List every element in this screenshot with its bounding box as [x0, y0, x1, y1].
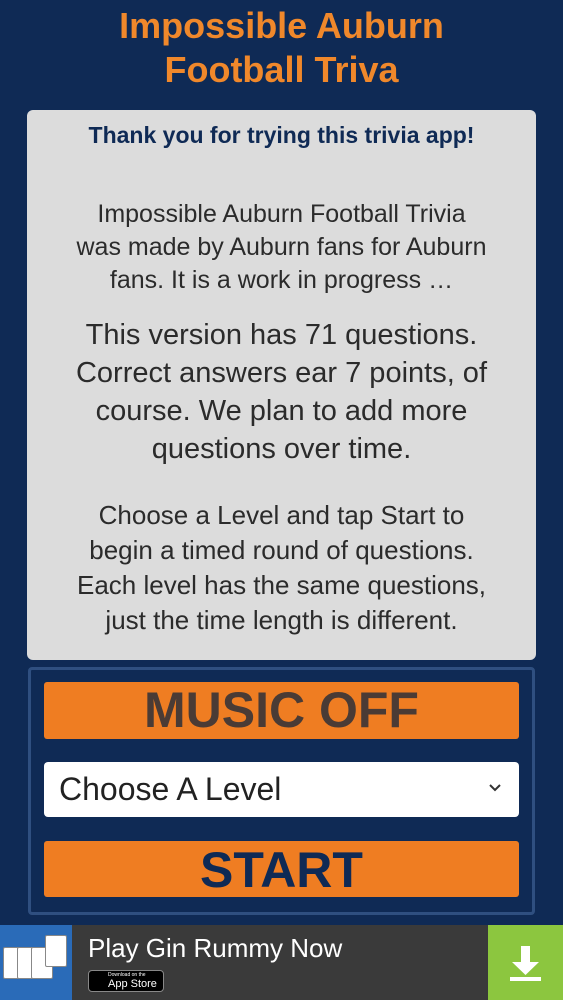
intro-line: was made by Auburn fans for Auburn	[76, 233, 487, 261]
version-line: Correct answers ear 7 points, of	[75, 357, 487, 389]
instructions-line: just the time length is different.	[105, 605, 458, 635]
intro-paragraph: Impossible Auburn Football Trivia was ma…	[27, 198, 536, 297]
title-line-2: Football Triva	[164, 49, 399, 90]
title-line-1: Impossible Auburn	[119, 5, 444, 46]
app-store-text: App Store	[108, 978, 157, 990]
app-store-badge[interactable]: Download on the App Store	[88, 970, 164, 992]
ad-app-icon[interactable]	[0, 925, 72, 1000]
info-heading: Thank you for trying this trivia app!	[88, 122, 475, 148]
start-button[interactable]: START	[44, 841, 519, 898]
chevron-down-icon	[489, 781, 501, 793]
instructions-line: Choose a Level and tap Start to	[98, 500, 465, 530]
level-select[interactable]: Choose A Level	[44, 762, 519, 817]
app-title: Impossible Auburn Football Triva	[0, 4, 563, 92]
version-paragraph: This version has 71 questions. Correct a…	[27, 316, 536, 468]
instructions-paragraph: Choose a Level and tap Start to begin a …	[27, 498, 536, 638]
level-select-value: Choose A Level	[59, 771, 282, 807]
instructions-line: Each level has the same questions,	[76, 570, 487, 600]
card-icon	[45, 935, 67, 967]
instructions-line: begin a timed round of questions.	[89, 535, 474, 565]
ad-title[interactable]: Play Gin Rummy Now	[88, 930, 342, 966]
version-line: This version has 71 questions.	[85, 319, 478, 351]
intro-line: fans. It is a work in progress …	[109, 266, 454, 294]
version-line: course. We plan to add more	[95, 395, 468, 427]
version-line: questions over time.	[151, 433, 412, 465]
intro-line: Impossible Auburn Football Trivia	[97, 200, 466, 228]
music-toggle-button[interactable]: MUSIC OFF	[44, 682, 519, 739]
ad-download-button[interactable]	[488, 925, 563, 1000]
download-icon	[510, 946, 541, 981]
